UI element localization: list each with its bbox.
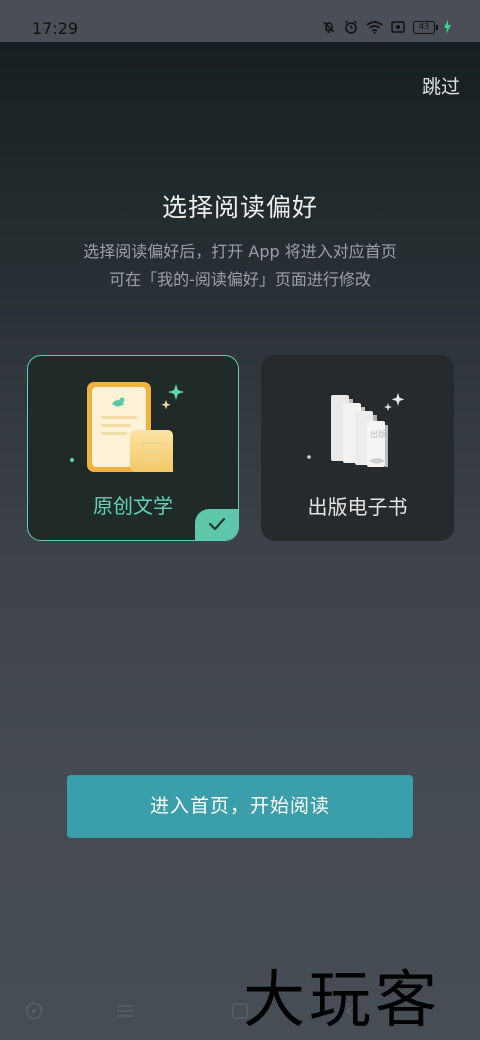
onboarding-screen: 17:29 43 跳过 选择阅读偏好 选择阅读偏好后，打开 App 将进入对应首… bbox=[0, 0, 480, 1040]
book-stack-icon: 出版 bbox=[303, 377, 413, 481]
option-published-ebooks[interactable]: 出版 出版电子书 bbox=[261, 355, 454, 541]
page-title: 选择阅读偏好 bbox=[161, 193, 318, 222]
subtitle-line-2: 可在「我的-阅读偏好」页面进行修改 bbox=[109, 270, 371, 289]
svg-text:出版: 出版 bbox=[370, 429, 386, 439]
enter-home-button[interactable]: 进入首页，开始阅读 bbox=[67, 775, 413, 838]
wifi-icon bbox=[366, 20, 383, 34]
menu-icon[interactable] bbox=[116, 1002, 134, 1024]
battery-icon: 43 bbox=[413, 20, 438, 34]
home-icon[interactable] bbox=[25, 1002, 43, 1024]
status-bar: 17:29 43 bbox=[0, 0, 480, 42]
subtitle-line-1: 选择阅读偏好后，打开 App 将进入对应首页 bbox=[83, 242, 397, 261]
option-original-literature[interactable]: 原创文学 bbox=[27, 355, 239, 541]
option-label: 出版电子书 bbox=[307, 495, 408, 519]
status-icons: 43 bbox=[322, 20, 452, 34]
check-icon bbox=[208, 516, 226, 535]
mute-bell-icon bbox=[322, 20, 336, 34]
document-bird-icon bbox=[68, 378, 198, 482]
selected-check-badge bbox=[195, 509, 238, 540]
screen-record-icon bbox=[391, 21, 405, 33]
status-time: 17:29 bbox=[32, 19, 79, 38]
watermark-logo: 大玩客 bbox=[243, 963, 442, 1036]
skip-button[interactable]: 跳过 bbox=[422, 72, 460, 99]
charging-icon bbox=[443, 20, 452, 34]
alarm-icon bbox=[344, 20, 358, 34]
